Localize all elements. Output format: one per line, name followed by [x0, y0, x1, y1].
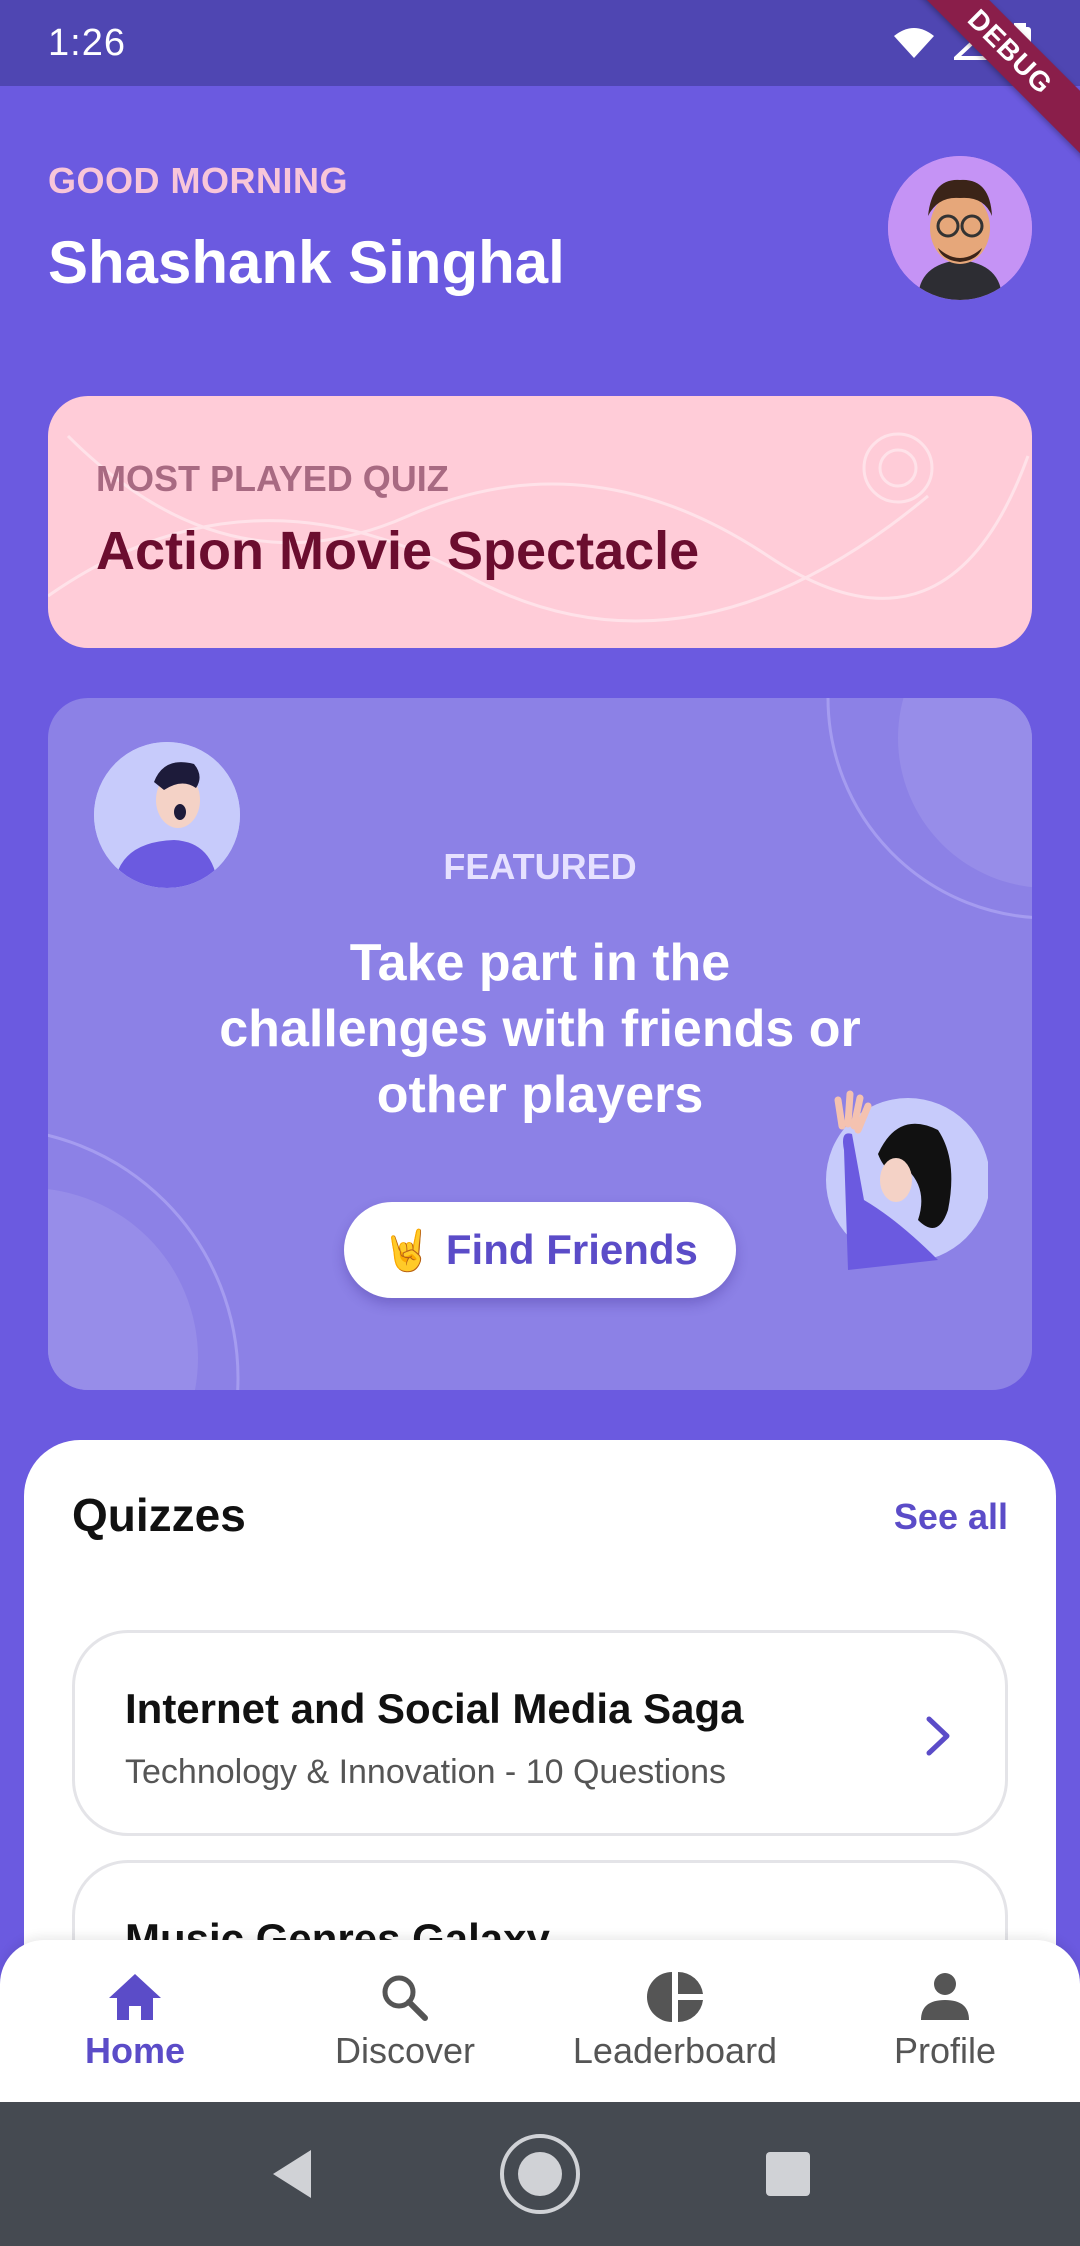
most-played-label: MOST PLAYED QUIZ	[96, 458, 449, 499]
system-navigation-bar	[0, 2102, 1080, 2246]
featured-card: FEATURED Take part in the challenges wit…	[48, 698, 1032, 1390]
quiz-list-item[interactable]: Internet and Social Media Saga Technolog…	[72, 1630, 1008, 1836]
rock-hand-icon: 🤘	[382, 1228, 432, 1273]
featured-label: FEATURED	[443, 846, 637, 887]
status-bar: 1:26	[0, 0, 1080, 86]
find-friends-label: Find Friends	[445, 1226, 698, 1273]
friend-avatar-female	[788, 1090, 990, 1270]
see-all-link[interactable]: See all	[894, 1496, 1008, 1538]
quiz-item-title: Internet and Social Media Saga	[125, 1685, 744, 1732]
person-icon	[921, 1973, 969, 2020]
profile-avatar[interactable]	[888, 156, 1032, 300]
quiz-item-subtitle: Technology & Innovation - 10 Questions	[125, 1753, 727, 1791]
pie-chart-icon	[646, 1971, 703, 2023]
bottom-navigation: Home Discover Leaderboard Profile	[0, 1940, 1080, 2102]
nav-label-home: Home	[84, 2030, 186, 2071]
nav-item-leaderboard[interactable]: Leaderboard	[555, 1970, 795, 2072]
nav-item-home[interactable]: Home	[15, 1970, 255, 2072]
most-played-quiz-card[interactable]: MOST PLAYED QUIZ Action Movie Spectacle	[48, 396, 1032, 648]
nav-item-discover[interactable]: Discover	[285, 1970, 525, 2072]
home-icon	[109, 1974, 161, 2020]
most-played-title: Action Movie Spectacle	[96, 521, 700, 581]
user-name: Shashank Singhal	[48, 229, 565, 296]
wifi-icon	[894, 28, 934, 58]
quizzes-heading: Quizzes	[72, 1489, 246, 1541]
nav-label-profile: Profile	[893, 2030, 997, 2071]
status-time: 1:26	[48, 21, 126, 64]
woman-waving-illustration-icon	[826, 1090, 990, 1270]
find-friends-button[interactable]: 🤘 Find Friends	[344, 1202, 736, 1298]
featured-title: Take part in the challenges with friends…	[219, 934, 861, 1124]
search-icon	[382, 1975, 428, 2021]
home-circle-icon[interactable]	[497, 2131, 583, 2217]
nav-label-leaderboard: Leaderboard	[572, 2030, 778, 2071]
nav-label-discover: Discover	[334, 2030, 476, 2071]
nav-item-profile[interactable]: Profile	[825, 1970, 1065, 2072]
chevron-right-icon	[926, 1716, 950, 1756]
back-icon[interactable]	[267, 2146, 317, 2202]
greeting-text: GOOD MORNING	[48, 160, 348, 201]
memoji-avatar-icon	[888, 156, 1032, 300]
recents-icon[interactable]	[763, 2149, 813, 2199]
